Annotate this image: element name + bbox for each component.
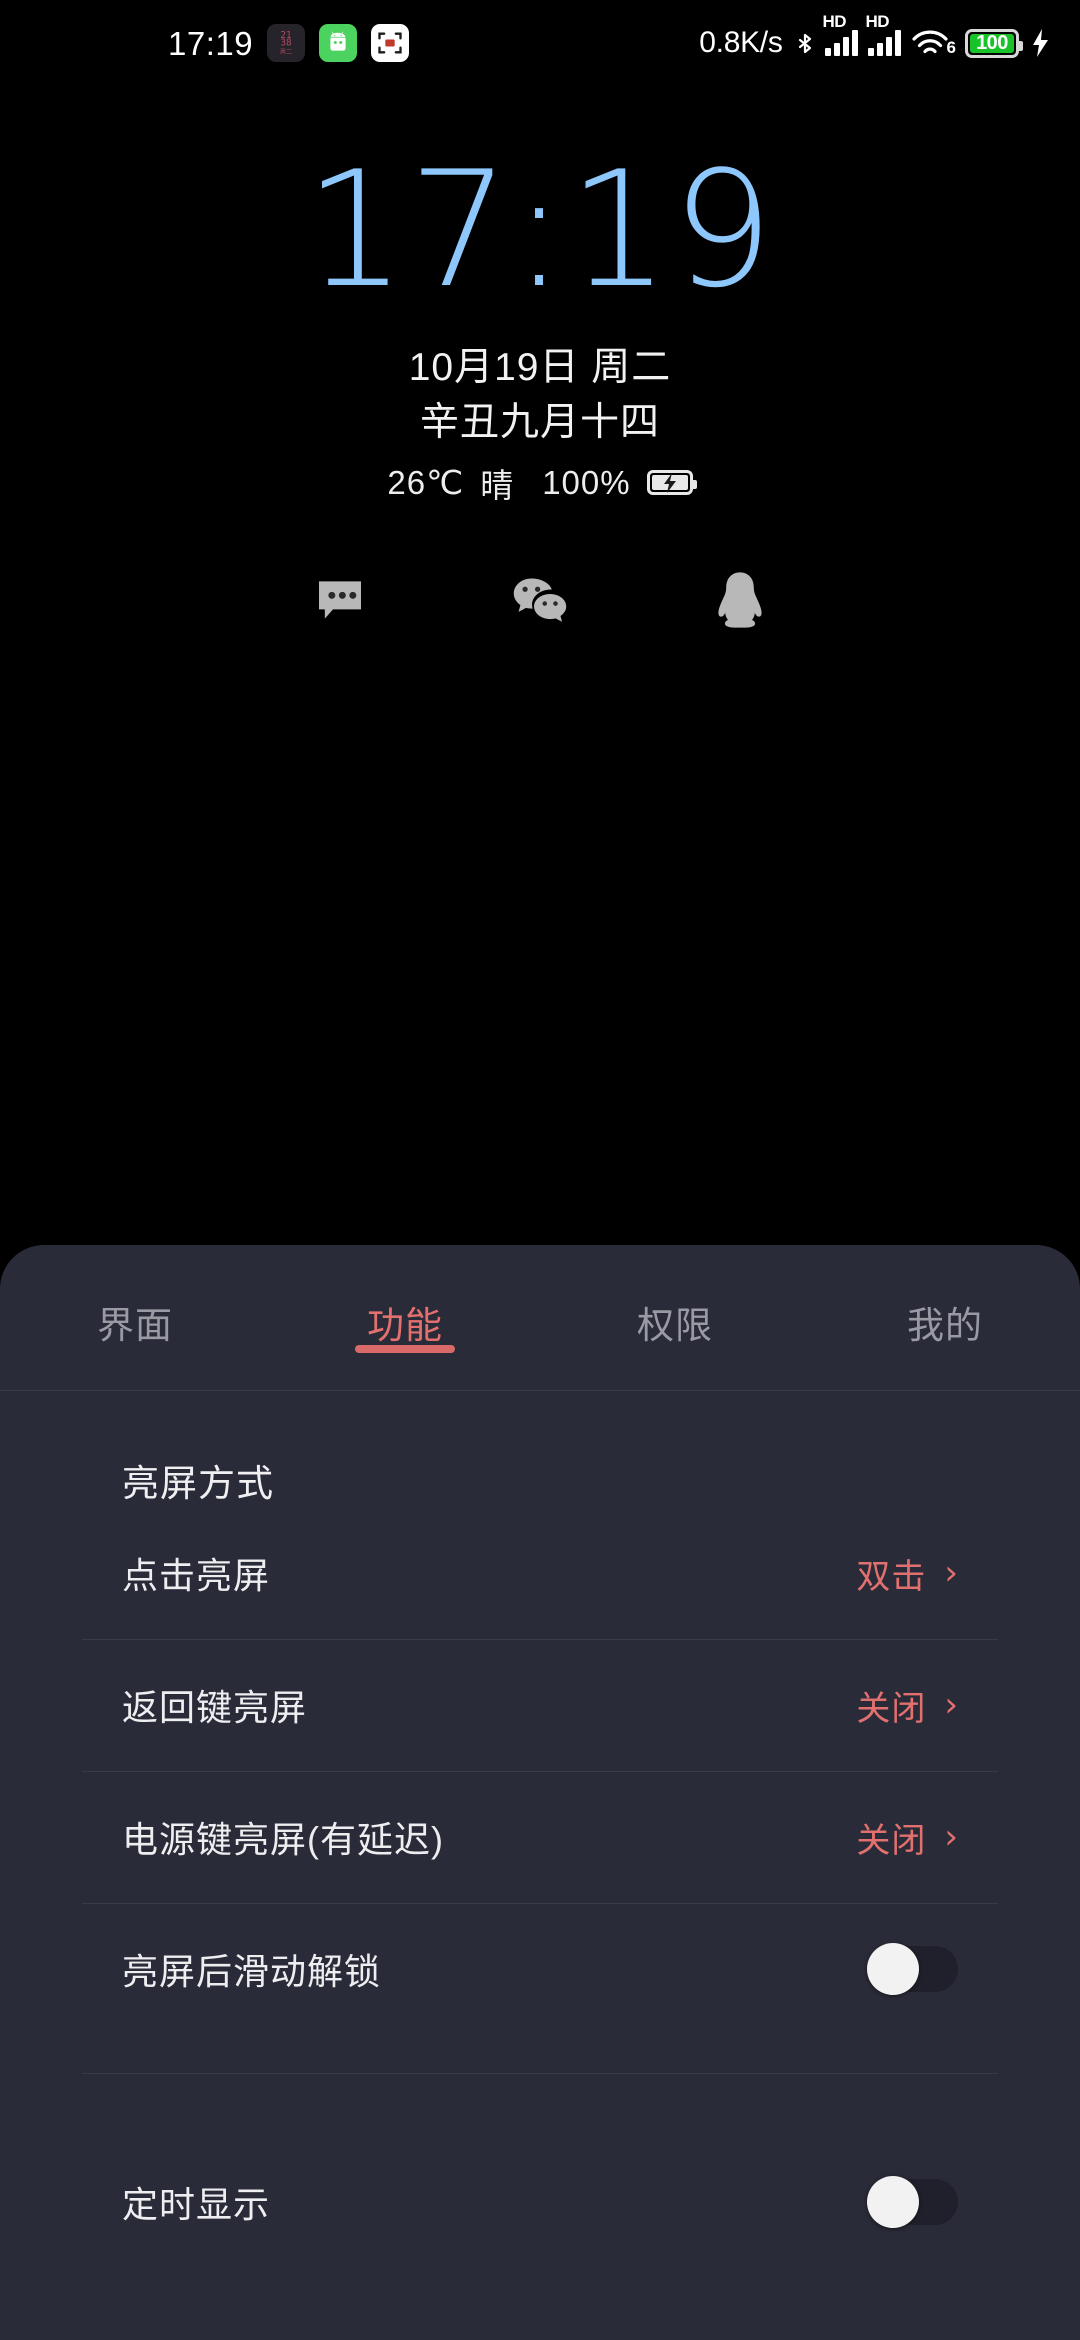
section-title-wake-method: 亮屏方式 bbox=[122, 1463, 274, 1504]
chevron-right-icon: › bbox=[944, 1553, 958, 1593]
lockscreen-battery-icon bbox=[646, 470, 697, 496]
list-item-value: 关闭 bbox=[856, 1689, 927, 1728]
qq-penguin-glyph bbox=[718, 572, 762, 628]
wechat-shortcut-icon[interactable] bbox=[505, 565, 575, 635]
settings-list-wake-method: 点击亮屏 双击 › 返回键亮屏 关闭 › 电源键亮屏(有延迟) 关闭 › 亮屏后… bbox=[0, 1507, 1080, 2035]
list-item-label: 电源键亮屏(有延迟) bbox=[122, 1819, 444, 1860]
slide-to-unlock-toggle[interactable] bbox=[867, 1943, 958, 1995]
toggle-knob bbox=[867, 2176, 919, 2228]
list-item-slide-to-unlock[interactable]: 亮屏后滑动解锁 bbox=[82, 1903, 998, 2035]
toggle-knob bbox=[867, 1943, 919, 1995]
lockscreen-clock: 17:19 bbox=[304, 136, 776, 323]
chevron-right-icon: › bbox=[944, 1685, 958, 1725]
list-item-power-key-wake[interactable]: 电源键亮屏(有延迟) 关闭 › bbox=[82, 1771, 998, 1903]
list-item-value: 双击 bbox=[856, 1557, 927, 1596]
wechat-bubbles-glyph bbox=[513, 578, 567, 622]
tab-mine[interactable]: 我的 bbox=[810, 1245, 1080, 1349]
list-item-label: 返回键亮屏 bbox=[122, 1687, 308, 1728]
lockscreen-date: 10月19日 周二 bbox=[408, 346, 672, 389]
lockscreen-weather-row: 26℃ 晴 100% bbox=[0, 459, 1080, 507]
lockscreen-shortcuts bbox=[0, 565, 1080, 635]
list-item-label: 点击亮屏 bbox=[122, 1555, 271, 1596]
lockscreen-charging-bolt-icon bbox=[663, 472, 676, 493]
list-item-value-group: 关闭 › bbox=[856, 1813, 958, 1862]
sms-shortcut-icon[interactable] bbox=[305, 565, 375, 635]
tab-permissions-label: 权限 bbox=[637, 1305, 713, 1346]
tab-function-label: 功能 bbox=[367, 1305, 443, 1346]
list-item-back-key-wake[interactable]: 返回键亮屏 关闭 › bbox=[82, 1639, 998, 1771]
section-divider bbox=[82, 2073, 998, 2074]
tab-interface[interactable]: 界面 bbox=[0, 1245, 270, 1349]
lockscreen-battery-percent: 100% bbox=[542, 463, 631, 501]
tab-indicator bbox=[355, 1345, 455, 1353]
list-item-label: 定时显示 bbox=[122, 2184, 271, 2225]
tab-permissions[interactable]: 权限 bbox=[540, 1245, 810, 1349]
list-item-tap-to-wake[interactable]: 点击亮屏 双击 › bbox=[82, 1507, 998, 1639]
lockscreen-lunar-date: 辛丑九月十四 bbox=[419, 401, 660, 445]
list-item-label: 亮屏后滑动解锁 bbox=[122, 1951, 382, 1992]
tab-function[interactable]: 功能 bbox=[270, 1245, 540, 1353]
lockscreen-temperature: 26℃ bbox=[387, 464, 465, 502]
list-item-value-group: 关闭 › bbox=[856, 1681, 958, 1730]
lockscreen-condition: 晴 bbox=[480, 466, 515, 504]
phone-screen: 17:19 21 38 周二 0.8K/s HD HD 6 100 17:19 … bbox=[0, 0, 1080, 2340]
tab-mine-label: 我的 bbox=[907, 1305, 983, 1346]
scheduled-display-toggle[interactable] bbox=[867, 2176, 958, 2228]
settings-list-scheduled: 定时显示 bbox=[0, 2136, 1080, 2268]
list-item-value-group: 双击 › bbox=[856, 1549, 958, 1598]
qq-shortcut-icon[interactable] bbox=[705, 565, 775, 635]
lockscreen-content: 17:19 10月19日 周二 辛丑九月十四 26℃ 晴 100% bbox=[0, 0, 1080, 635]
list-item-value: 关闭 bbox=[856, 1821, 927, 1860]
chevron-right-icon: › bbox=[944, 1817, 958, 1857]
sms-bubble-glyph bbox=[319, 581, 361, 619]
settings-panel: 界面 功能 权限 我的 亮屏方式 点击亮屏 双击 › 返回键亮屏 关闭 › 电源… bbox=[0, 1245, 1080, 2340]
list-item-scheduled-display[interactable]: 定时显示 bbox=[82, 2136, 998, 2268]
tab-interface-label: 界面 bbox=[97, 1305, 173, 1346]
panel-tab-bar: 界面 功能 权限 我的 bbox=[0, 1245, 1080, 1391]
